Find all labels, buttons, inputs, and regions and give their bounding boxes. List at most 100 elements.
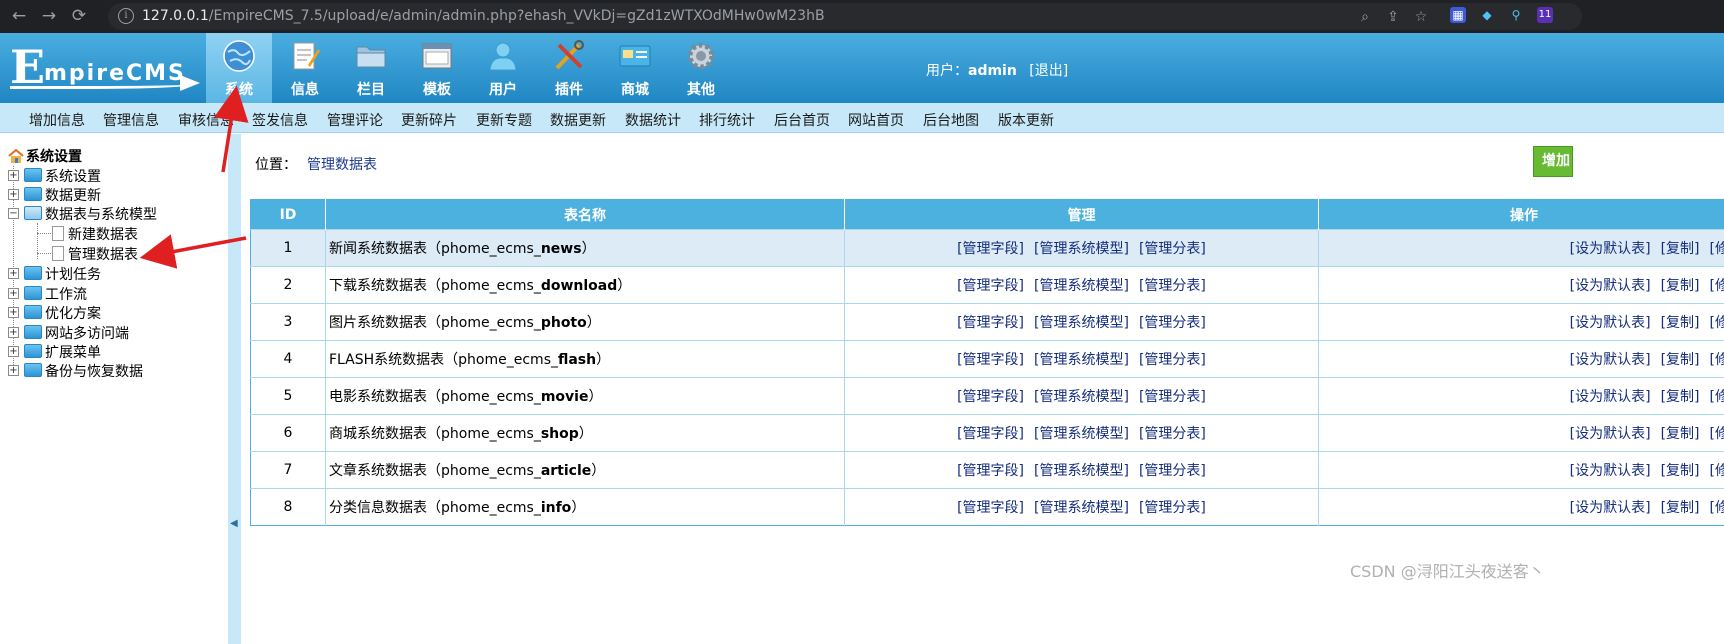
set-default-link[interactable]: [设为默认表]: [1570, 352, 1651, 368]
manage-fields-link[interactable]: [管理字段]: [957, 389, 1024, 405]
manage-fields-link[interactable]: [管理字段]: [957, 426, 1024, 442]
submenu-item[interactable]: 签发信息: [252, 110, 308, 130]
set-default-link[interactable]: [设为默认表]: [1570, 389, 1651, 405]
submenu-item[interactable]: 更新碎片: [401, 110, 457, 130]
extension-pin-icon[interactable]: ⚲: [1508, 7, 1524, 23]
manage-fields-link[interactable]: [管理字段]: [957, 463, 1024, 479]
cell-manage: [管理字段] [管理系统模型] [管理分表]: [844, 266, 1319, 304]
manage-subtables-link[interactable]: [管理分表]: [1139, 426, 1206, 442]
edit-link[interactable]: [修: [1710, 426, 1724, 442]
top-nav-other[interactable]: 其他: [668, 33, 734, 103]
submenu-item[interactable]: 审核信息: [178, 110, 234, 130]
edit-link[interactable]: [修: [1710, 241, 1724, 257]
copy-link[interactable]: [复制]: [1661, 352, 1700, 368]
copy-link[interactable]: [复制]: [1661, 278, 1700, 294]
manage-models-link[interactable]: [管理系统模型]: [1034, 426, 1129, 442]
site-info-icon[interactable]: i: [118, 8, 134, 24]
submenu-item[interactable]: 更新专题: [476, 110, 532, 130]
set-default-link[interactable]: [设为默认表]: [1570, 241, 1651, 257]
table-row: 7 文章系统数据表（phome_ecms_article） [管理字段] [管理系统模…: [250, 451, 1724, 489]
sidebar-splitter[interactable]: ◀: [228, 134, 241, 644]
manage-subtables-link[interactable]: [管理分表]: [1139, 389, 1206, 405]
extension-badge-icon[interactable]: 11: [1537, 7, 1553, 23]
cell-operation: [设为默认表] [复制] [修: [1318, 377, 1724, 415]
edit-link[interactable]: [修: [1710, 500, 1724, 516]
url-text[interactable]: 127.0.0.1/EmpireCMS_7.5/upload/e/admin/a…: [142, 8, 825, 24]
submenu-item[interactable]: 数据统计: [625, 110, 681, 130]
breadcrumb-link[interactable]: 管理数据表: [307, 157, 377, 173]
window-icon: [422, 43, 452, 69]
user-info: 用户：admin [退出]: [926, 63, 1069, 79]
manage-models-link[interactable]: [管理系统模型]: [1034, 315, 1129, 331]
set-default-link[interactable]: [设为默认表]: [1570, 463, 1651, 479]
submenu-item[interactable]: 网站首页: [848, 110, 904, 130]
manage-fields-link[interactable]: [管理字段]: [957, 352, 1024, 368]
edit-link[interactable]: [修: [1710, 463, 1724, 479]
edit-link[interactable]: [修: [1710, 278, 1724, 294]
copy-link[interactable]: [复制]: [1661, 389, 1700, 405]
top-nav-template[interactable]: 模板: [404, 33, 470, 103]
edit-link[interactable]: [修: [1710, 315, 1724, 331]
set-default-link[interactable]: [设为默认表]: [1570, 426, 1651, 442]
zoom-icon[interactable]: ⌕: [1356, 8, 1374, 26]
manage-subtables-link[interactable]: [管理分表]: [1139, 352, 1206, 368]
logout-link[interactable]: [退出]: [1029, 63, 1068, 79]
manage-subtables-link[interactable]: [管理分表]: [1139, 278, 1206, 294]
forward-arrow-icon[interactable]: →: [38, 5, 60, 27]
submenu-item[interactable]: 管理评论: [327, 110, 383, 130]
extension-diamond-icon[interactable]: ◆: [1479, 7, 1495, 23]
edit-link[interactable]: [修: [1710, 352, 1724, 368]
reload-icon[interactable]: ⟳: [68, 5, 90, 27]
manage-fields-link[interactable]: [管理字段]: [957, 315, 1024, 331]
expand-icon: +: [8, 189, 19, 200]
copy-link[interactable]: [复制]: [1661, 426, 1700, 442]
table-row: 6 商城系统数据表（phome_ecms_shop） [管理字段] [管理系统模型][…: [250, 414, 1724, 452]
submenu-item[interactable]: 排行统计: [699, 110, 755, 130]
copy-link[interactable]: [复制]: [1661, 500, 1700, 516]
copy-link[interactable]: [复制]: [1661, 241, 1700, 257]
manage-fields-link[interactable]: [管理字段]: [957, 500, 1024, 516]
copy-link[interactable]: [复制]: [1661, 463, 1700, 479]
add-table-button[interactable]: 增加: [1533, 146, 1573, 177]
watermark: CSDN @浔阳江头夜送客丶: [1350, 562, 1545, 581]
cell-table-name: 商城系统数据表（phome_ecms_shop）: [325, 414, 845, 452]
manage-subtables-link[interactable]: [管理分表]: [1139, 463, 1206, 479]
top-nav-info[interactable]: 信息: [272, 33, 338, 103]
submenu-item[interactable]: 数据更新: [550, 110, 606, 130]
copy-link[interactable]: [复制]: [1661, 315, 1700, 331]
set-default-link[interactable]: [设为默认表]: [1570, 315, 1651, 331]
submenu-item[interactable]: 后台首页: [774, 110, 830, 130]
top-nav-plugin[interactable]: 插件: [536, 33, 602, 103]
expand-icon: +: [8, 327, 19, 338]
cell-manage: [管理字段] [管理系统模型] [管理分表]: [844, 451, 1319, 489]
collapse-left-icon[interactable]: ◀: [230, 518, 238, 529]
manage-models-link[interactable]: [管理系统模型]: [1034, 352, 1129, 368]
share-icon[interactable]: ⇪: [1384, 8, 1402, 26]
top-nav-user[interactable]: 用户: [470, 33, 536, 103]
extension-grid-icon[interactable]: ▦: [1450, 7, 1466, 23]
set-default-link[interactable]: [设为默认表]: [1570, 500, 1651, 516]
address-bar[interactable]: i 127.0.0.1/EmpireCMS_7.5/upload/e/admin…: [108, 3, 1582, 30]
manage-subtables-link[interactable]: [管理分表]: [1139, 315, 1206, 331]
submenu-item[interactable]: 后台地图: [923, 110, 979, 130]
manage-models-link[interactable]: [管理系统模型]: [1034, 500, 1129, 516]
manage-fields-link[interactable]: [管理字段]: [957, 278, 1024, 294]
manage-subtables-link[interactable]: [管理分表]: [1139, 500, 1206, 516]
set-default-link[interactable]: [设为默认表]: [1570, 278, 1651, 294]
manage-models-link[interactable]: [管理系统模型]: [1034, 278, 1129, 294]
top-nav-system[interactable]: 系统: [206, 33, 272, 103]
manage-models-link[interactable]: [管理系统模型]: [1034, 389, 1129, 405]
back-arrow-icon[interactable]: ←: [8, 5, 30, 27]
submenu-item[interactable]: 增加信息: [29, 110, 85, 130]
edit-link[interactable]: [修: [1710, 389, 1724, 405]
top-nav-shop[interactable]: 商城: [602, 33, 668, 103]
tree-root[interactable]: 系统设置: [8, 146, 82, 166]
manage-models-link[interactable]: [管理系统模型]: [1034, 241, 1129, 257]
submenu-item[interactable]: 版本更新: [998, 110, 1054, 130]
bookmark-star-icon[interactable]: ☆: [1412, 8, 1430, 26]
manage-fields-link[interactable]: [管理字段]: [957, 241, 1024, 257]
submenu-item[interactable]: 管理信息: [103, 110, 159, 130]
manage-subtables-link[interactable]: [管理分表]: [1139, 241, 1206, 257]
top-nav-column[interactable]: 栏目: [338, 33, 404, 103]
manage-models-link[interactable]: [管理系统模型]: [1034, 463, 1129, 479]
